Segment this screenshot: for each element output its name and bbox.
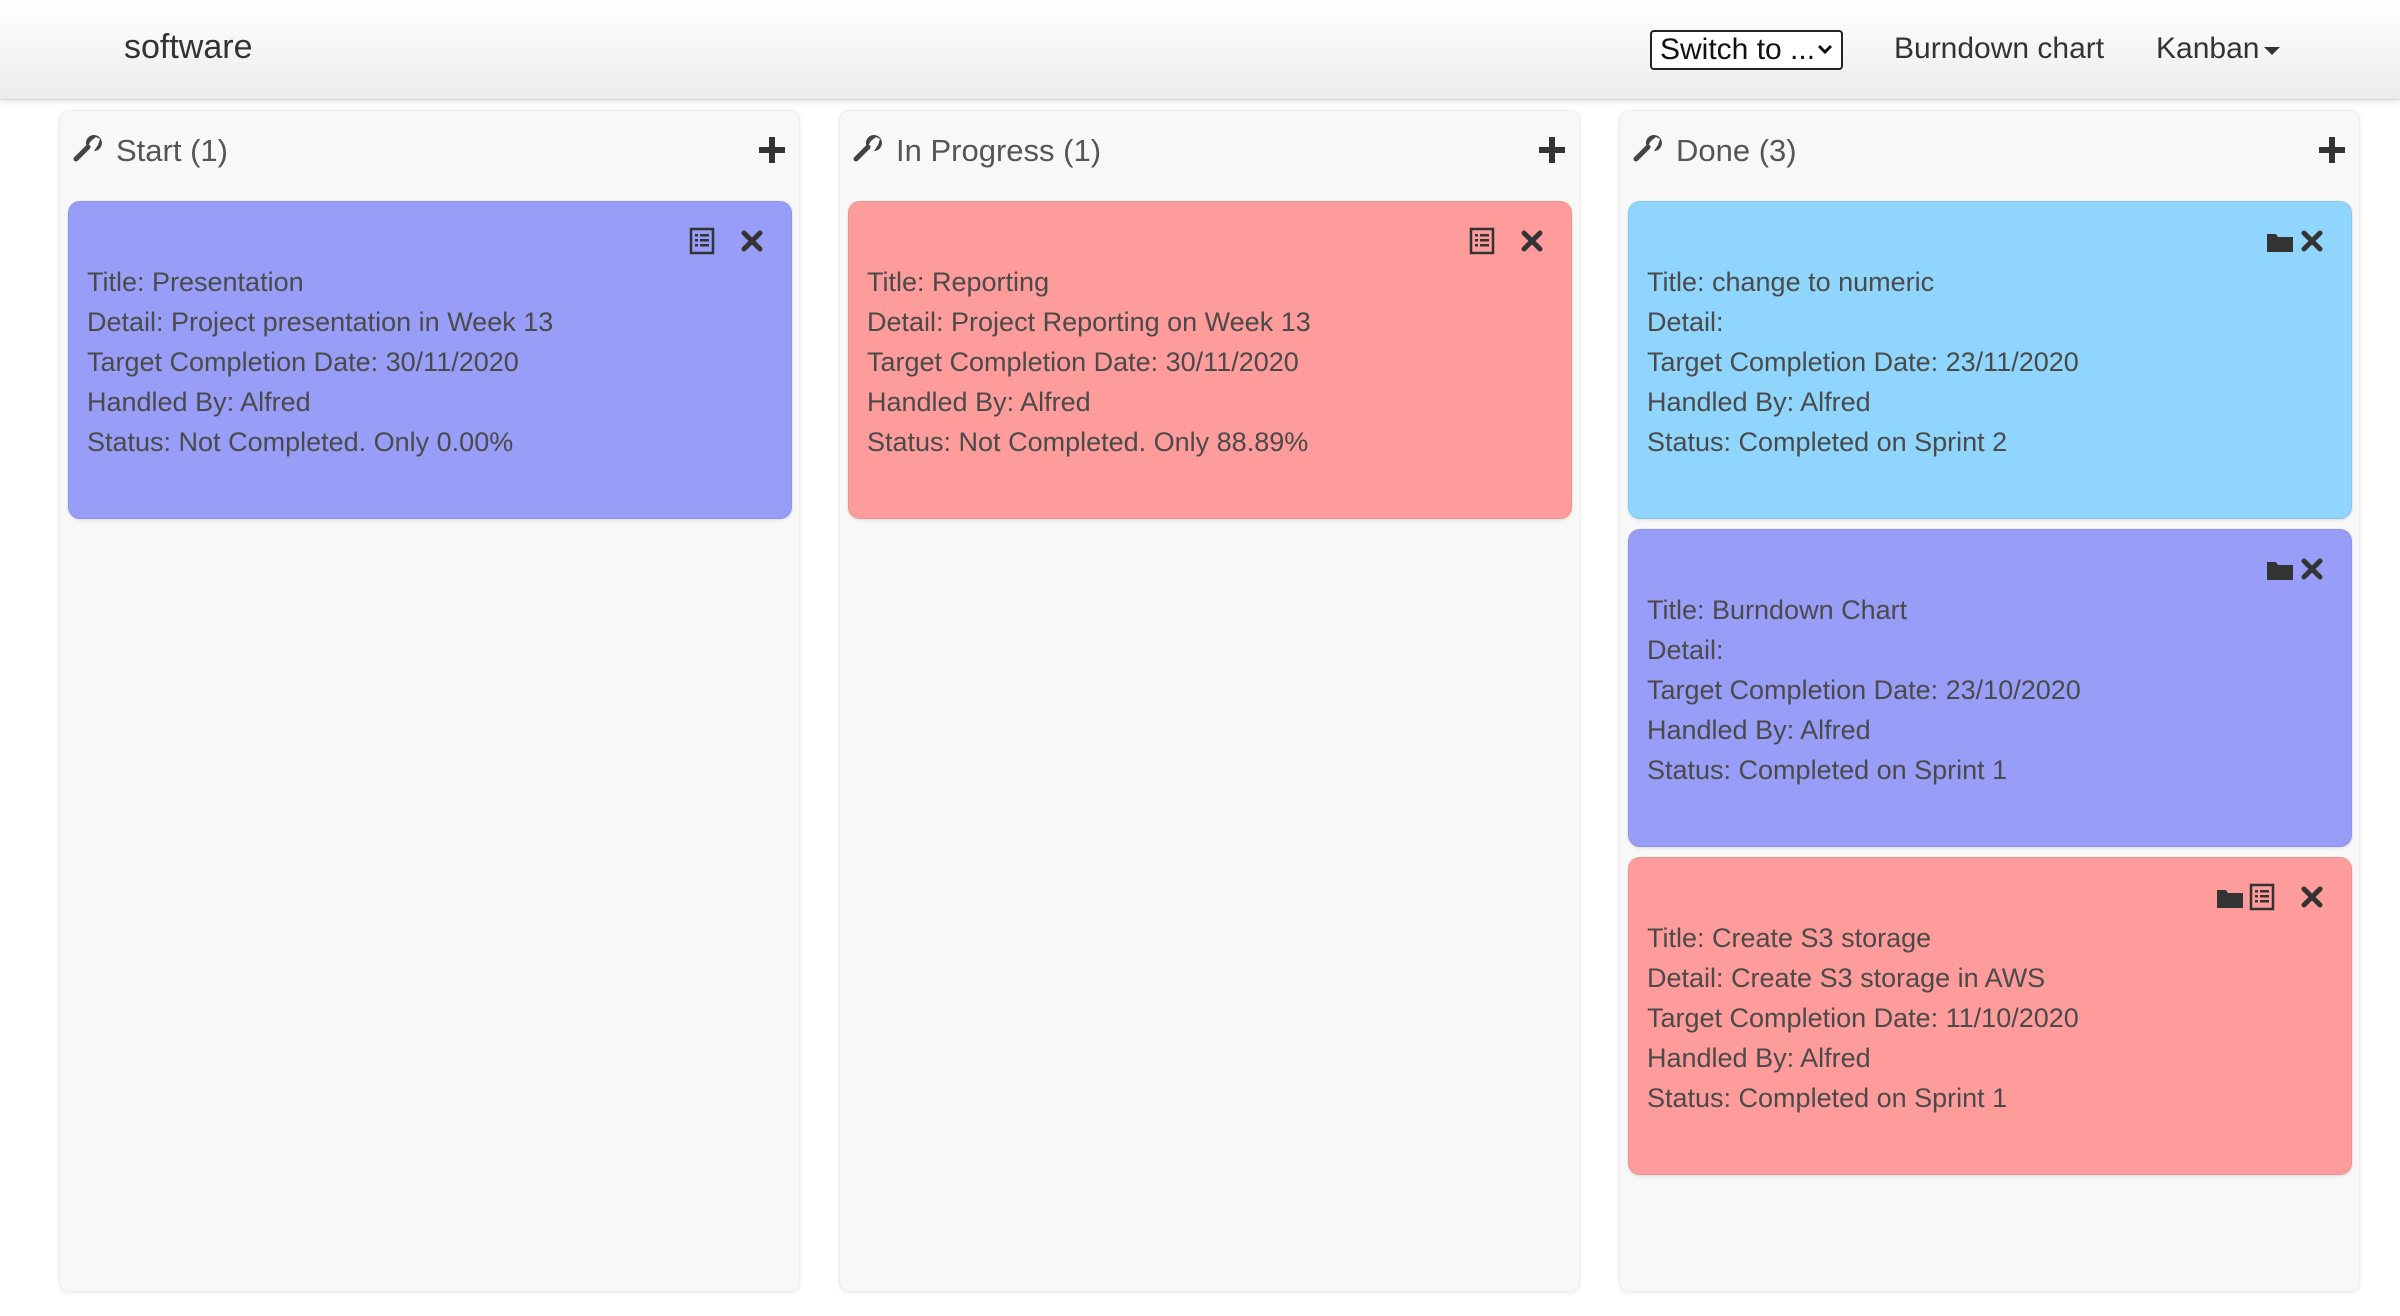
card-handled-by: Handled By: Alfred <box>1647 715 1871 745</box>
column-title: In Progress (1) <box>896 133 1102 168</box>
kanban-column: In Progress (1) Title: Reporting Detail: P… <box>839 110 1580 1292</box>
card-status: Status: Not Completed. Only 88.89% <box>867 427 1309 457</box>
card-body: Title: Reporting Detail: Project Reportin… <box>867 262 1557 462</box>
column-header: In Progress (1) <box>852 133 1567 173</box>
card-target-date: Target Completion Date: 30/11/2020 <box>87 347 519 377</box>
card-body: Title: Burndown Chart Detail: Target Compl… <box>1647 590 2337 790</box>
card-body: Title: change to numeric Detail: Target Co… <box>1647 262 2337 462</box>
card-handled-by: Handled By: Alfred <box>1647 1043 1871 1073</box>
card-status: Status: Completed on Sprint 2 <box>1647 427 2008 457</box>
kanban-column: Start (1) Title: Presentation Detail: Proj… <box>59 110 800 1292</box>
wrench-icon <box>73 135 102 162</box>
add-card-icon[interactable] <box>1537 135 1567 165</box>
switch-to-select[interactable]: Switch to ... <box>1650 30 1843 70</box>
close-icon[interactable] <box>2297 226 2327 256</box>
add-card-icon[interactable] <box>757 135 787 165</box>
top-navbar: software Switch to ... Burndown chart Ka… <box>0 0 2400 100</box>
list-icon[interactable] <box>687 226 717 256</box>
card-title: Title: Create S3 storage <box>1647 923 1932 953</box>
card-handled-by: Handled By: Alfred <box>1647 387 1871 417</box>
folder-icon[interactable] <box>2265 554 2295 584</box>
brand-title[interactable]: software <box>124 28 253 67</box>
card-actions <box>2265 554 2327 584</box>
card-target-date: Target Completion Date: 11/10/2020 <box>1647 1003 2079 1033</box>
card-title: Title: Reporting <box>867 267 1050 297</box>
task-card[interactable]: Title: Presentation Detail: Project prese… <box>68 201 792 519</box>
column-title: Start (1) <box>116 133 228 168</box>
card-detail: Detail: Create S3 storage in AWS <box>1647 963 2046 993</box>
card-title: Title: Presentation <box>87 267 304 297</box>
task-card[interactable]: Title: change to numeric Detail: Target Co… <box>1628 201 2352 519</box>
list-icon[interactable] <box>2247 882 2277 912</box>
card-status: Status: Completed on Sprint 1 <box>1647 755 2008 785</box>
card-actions <box>2215 882 2327 912</box>
card-handled-by: Handled By: Alfred <box>867 387 1091 417</box>
caret-down-icon[interactable] <box>2264 47 2280 55</box>
card-detail: Detail: <box>1647 635 1724 665</box>
close-icon[interactable] <box>737 226 767 256</box>
list-icon[interactable] <box>1467 226 1497 256</box>
wrench-icon <box>853 135 882 162</box>
card-handled-by: Handled By: Alfred <box>87 387 311 417</box>
burndown-chart-link[interactable]: Burndown chart <box>1894 32 2104 66</box>
kanban-dropdown[interactable]: Kanban <box>2156 32 2259 66</box>
close-icon[interactable] <box>2297 554 2327 584</box>
card-actions <box>687 226 767 256</box>
kanban-column: Done (3) Title: change to numeric Detail: T… <box>1619 110 2360 1292</box>
task-card[interactable]: Title: Create S3 storage Detail: Create S… <box>1628 857 2352 1175</box>
switch-to-select-value: Switch to ... <box>1660 33 1816 66</box>
column-title: Done (3) <box>1676 133 1797 168</box>
card-detail: Detail: <box>1647 307 1724 337</box>
card-target-date: Target Completion Date: 23/10/2020 <box>1647 675 2081 705</box>
task-card[interactable]: Title: Burndown Chart Detail: Target Compl… <box>1628 529 2352 847</box>
folder-icon[interactable] <box>2265 226 2295 256</box>
folder-icon[interactable] <box>2215 882 2245 912</box>
card-status: Status: Not Completed. Only 0.00% <box>87 427 514 457</box>
close-icon[interactable] <box>1517 226 1547 256</box>
task-card[interactable]: Title: Reporting Detail: Project Reportin… <box>848 201 1572 519</box>
card-status: Status: Completed on Sprint 1 <box>1647 1083 2008 1113</box>
column-header: Start (1) <box>72 133 787 173</box>
card-target-date: Target Completion Date: 23/11/2020 <box>1647 347 2079 377</box>
card-detail: Detail: Project presentation in Week 13 <box>87 307 554 337</box>
chevron-down-icon <box>1817 44 1833 55</box>
card-body: Title: Create S3 storage Detail: Create S… <box>1647 918 2337 1118</box>
card-title: Title: change to numeric <box>1647 267 1935 297</box>
column-header: Done (3) <box>1632 133 2347 173</box>
card-actions <box>1467 226 1547 256</box>
wrench-icon <box>1633 135 1662 162</box>
card-title: Title: Burndown Chart <box>1647 595 1908 625</box>
close-icon[interactable] <box>2297 882 2327 912</box>
card-detail: Detail: Project Reporting on Week 13 <box>867 307 1311 337</box>
card-actions <box>2265 226 2327 256</box>
card-target-date: Target Completion Date: 30/11/2020 <box>867 347 1299 377</box>
add-card-icon[interactable] <box>2317 135 2347 165</box>
card-body: Title: Presentation Detail: Project prese… <box>87 262 777 462</box>
